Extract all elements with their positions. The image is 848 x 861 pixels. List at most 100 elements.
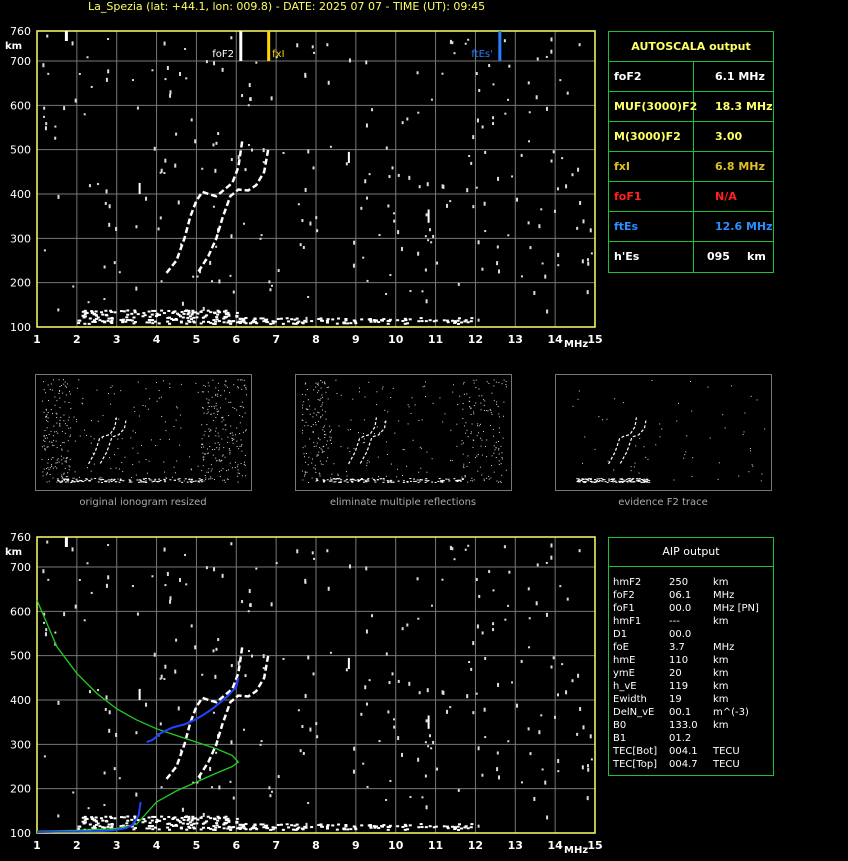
noise-speck [48,400,50,402]
e-layer-echo [118,481,121,483]
e-layer-echo [121,321,125,324]
noise-speck [750,395,752,397]
e-layer-echo [177,478,180,480]
noise-speck [748,471,750,473]
noise-speck [179,72,182,77]
noise-speck [587,261,590,266]
noise-speck [426,471,428,473]
noise-speck [163,41,166,46]
noise-speck [469,396,471,398]
e-layer-echo [290,318,294,321]
y-tick-label: 300 [10,738,31,751]
noise-speck [136,106,139,110]
noise-speck [491,413,493,415]
noise-speck [45,392,47,394]
noise-speck [221,416,223,418]
noise-speck [305,421,307,423]
noise-speck [76,387,78,389]
noise-speck [305,382,307,384]
e-layer-echo [162,818,166,821]
noise-speck [177,706,180,711]
noise-speck [450,429,452,431]
noise-speck [550,49,553,54]
noise-speck [309,413,311,415]
noise-speck [207,391,209,393]
e-layer-echo [60,481,63,483]
noise-speck [572,405,574,407]
x-tick-label: 15 [587,333,602,346]
noise-speck [50,409,52,411]
e-layer-echo [266,827,270,830]
e-layer-echo [155,312,159,315]
e-layer-echo [147,824,151,827]
noise-speck [212,454,214,456]
noise-speck [240,379,242,381]
noise-speck [401,474,403,476]
e-layer-echo [239,823,243,826]
noise-speck [418,471,420,473]
e-layer-echo [77,319,81,322]
noise-speck [578,549,581,553]
noise-speck [472,446,474,448]
noise-speck [527,587,530,591]
noise-speck [99,476,101,478]
e-layer-echo [215,824,219,827]
noise-speck [421,796,424,799]
e-layer-echo [125,318,129,321]
noise-speck [468,155,471,158]
e-layer-echo [360,478,363,480]
noise-speck [484,400,486,402]
noise-speck [65,394,67,396]
noise-speck [275,562,278,565]
noise-speck [368,173,371,176]
noise-speck [208,478,210,480]
noise-speck [104,707,107,711]
e-layer-echo [437,480,440,482]
autoscala-value: 6.1 MHz [715,70,765,83]
noise-speck [54,631,57,634]
noise-speck [138,415,140,417]
noise-speck [160,396,162,398]
noise-speck [159,439,161,441]
noise-speck [368,679,371,682]
noise-speck [245,475,247,477]
noise-speck [358,391,360,393]
y-tick-label: 200 [10,277,31,290]
noise-speck [306,388,308,390]
noise-speck [496,403,498,405]
e-layer-echo [206,815,210,818]
noise-speck [316,442,318,444]
e-layer-echo [189,480,192,482]
aip-label: ymE [613,668,635,679]
e-layer-echo [409,478,412,480]
aip-label: TEC[Top] [613,759,658,770]
e-layer-echo [71,479,74,481]
e-layer-echo [119,816,123,819]
e-layer-echo [174,823,178,826]
noise-speck [475,402,477,404]
e-layer-echo [618,481,621,483]
noise-speck [336,393,338,395]
e-layer-echo [159,479,162,481]
noise-speck [320,406,322,408]
e-layer-echo [379,478,382,480]
y-tick-label: 400 [10,694,31,707]
noise-speck [146,472,148,474]
noise-speck [363,438,365,440]
e-layer-echo [425,478,428,480]
noise-speck [42,471,44,473]
noise-speck [227,386,229,388]
e-layer-echo [343,480,346,482]
noise-speck [480,409,482,411]
e-layer-echo [64,481,67,483]
e-layer-echo [441,481,444,483]
noise-speck [478,425,480,427]
noise-speck [329,436,331,438]
noise-speck [241,94,244,98]
noise-speck [463,463,465,465]
noise-speck [232,442,234,444]
noise-speck [255,567,258,570]
noise-speck [751,464,753,466]
e-layer-echo [154,821,158,824]
aip-label: foF1 [613,603,635,614]
